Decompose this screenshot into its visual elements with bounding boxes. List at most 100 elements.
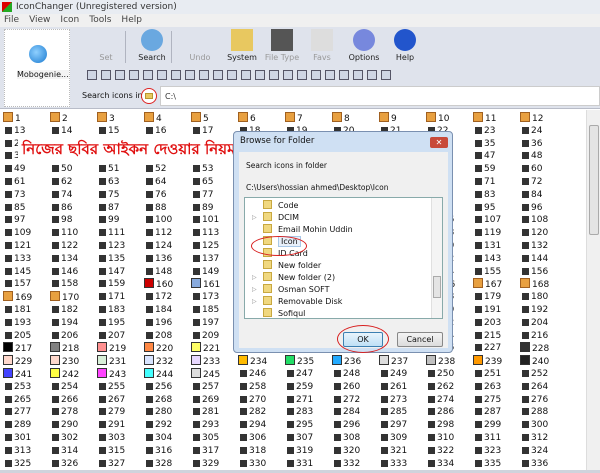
icon-item[interactable]: 321 [379, 445, 425, 457]
icon-item[interactable]: 47 [473, 150, 519, 162]
icon-item[interactable]: 332 [332, 458, 378, 470]
toolbar-small-icon[interactable] [353, 70, 363, 80]
icon-item[interactable]: 293 [191, 419, 237, 431]
icon-item[interactable]: 96 [520, 202, 566, 214]
icon-item[interactable]: 15 [97, 125, 143, 137]
icon-item[interactable]: 203 [473, 317, 519, 329]
icon-item[interactable]: 240 [520, 355, 566, 367]
icon-item[interactable]: 273 [379, 394, 425, 406]
icon-item[interactable]: 1 [3, 112, 49, 124]
toolbar-small-icon[interactable] [101, 70, 111, 80]
icon-item[interactable]: 2 [50, 112, 96, 124]
menu-file[interactable]: File [4, 15, 19, 25]
icon-item[interactable]: 76 [144, 189, 190, 201]
icon-item[interactable]: 318 [238, 445, 284, 457]
icon-item[interactable]: 77 [191, 189, 237, 201]
icon-item[interactable]: 277 [3, 406, 49, 418]
icon-item[interactable]: 236 [332, 355, 378, 367]
icon-item[interactable]: 315 [97, 445, 143, 457]
icon-item[interactable]: 229 [3, 355, 49, 367]
icon-item[interactable]: 243 [97, 368, 143, 380]
icon-item[interactable]: 219 [97, 342, 143, 354]
icon-item[interactable]: 287 [473, 406, 519, 418]
icon-item[interactable]: 227 [473, 342, 519, 354]
icon-item[interactable]: 231 [97, 355, 143, 367]
icon-item[interactable]: 65 [191, 176, 237, 188]
toolbar-small-icon[interactable] [143, 70, 153, 80]
toolbar-small-icon[interactable] [87, 70, 97, 80]
icon-item[interactable]: 333 [379, 458, 425, 470]
icon-item[interactable]: 334 [426, 458, 472, 470]
icon-item[interactable]: 242 [50, 368, 96, 380]
icon-item[interactable]: 206 [50, 330, 96, 342]
icon-item[interactable]: 294 [238, 419, 284, 431]
folder-item[interactable]: New folder [263, 260, 321, 272]
icon-item[interactable]: 6 [238, 112, 284, 124]
icon-item[interactable]: 286 [426, 406, 472, 418]
icon-item[interactable]: 297 [379, 419, 425, 431]
icon-item[interactable]: 89 [191, 202, 237, 214]
icon-item[interactable]: 51 [97, 163, 143, 175]
icon-item[interactable]: 232 [144, 355, 190, 367]
icon-item[interactable]: 5 [191, 112, 237, 124]
icon-item[interactable]: 267 [97, 394, 143, 406]
icon-item[interactable]: 17 [191, 125, 237, 137]
icon-item[interactable]: 98 [50, 214, 96, 226]
icon-item[interactable]: 230 [50, 355, 96, 367]
icon-item[interactable]: 204 [520, 317, 566, 329]
icon-item[interactable]: 328 [144, 458, 190, 470]
folder-item[interactable]: ▷ Osman SOFT [252, 284, 330, 296]
icon-item[interactable]: 248 [332, 368, 378, 380]
icon-item[interactable]: 111 [97, 227, 143, 239]
icon-item[interactable]: 306 [238, 432, 284, 444]
icon-item[interactable]: 239 [473, 355, 519, 367]
icon-item[interactable]: 323 [473, 445, 519, 457]
icon-item[interactable]: 215 [473, 330, 519, 342]
set-button[interactable]: Set [86, 29, 126, 65]
icon-item[interactable]: 292 [144, 419, 190, 431]
icon-item[interactable]: 220 [144, 342, 190, 354]
icon-item[interactable]: 261 [379, 381, 425, 393]
icon-item[interactable]: 172 [144, 291, 190, 303]
icon-item[interactable]: 300 [520, 419, 566, 431]
scrollbar-thumb[interactable] [589, 125, 599, 235]
icon-item[interactable]: 87 [97, 202, 143, 214]
icon-item[interactable]: 49 [3, 163, 49, 175]
icon-item[interactable]: 216 [520, 330, 566, 342]
icon-item[interactable]: 217 [3, 342, 49, 354]
icon-item[interactable]: 146 [50, 266, 96, 278]
expand-arrow-icon[interactable]: ▷ [252, 212, 257, 224]
icon-item[interactable]: 307 [285, 432, 331, 444]
icon-item[interactable]: 268 [144, 394, 190, 406]
icon-item[interactable]: 137 [191, 253, 237, 265]
icon-item[interactable]: 264 [520, 381, 566, 393]
icon-item[interactable]: 275 [473, 394, 519, 406]
icon-item[interactable]: 218 [50, 342, 96, 354]
icon-item[interactable]: 133 [3, 253, 49, 265]
toolbar-small-icon[interactable] [199, 70, 209, 80]
icon-item[interactable]: 335 [473, 458, 519, 470]
icon-item[interactable]: 122 [50, 240, 96, 252]
icon-item[interactable]: 237 [379, 355, 425, 367]
icon-item[interactable]: 235 [285, 355, 331, 367]
icon-item[interactable]: 131 [473, 240, 519, 252]
toolbar-small-icon[interactable] [381, 70, 391, 80]
icon-item[interactable]: 266 [50, 394, 96, 406]
icon-item[interactable]: 207 [97, 330, 143, 342]
icon-item[interactable]: 148 [144, 266, 190, 278]
icon-item[interactable]: 112 [144, 227, 190, 239]
icon-item[interactable]: 168 [520, 278, 566, 290]
icon-item[interactable]: 125 [191, 240, 237, 252]
icon-item[interactable]: 181 [3, 304, 49, 316]
folder-item[interactable]: ▷ New folder (2) [252, 272, 335, 284]
toolbar-small-icon[interactable] [367, 70, 377, 80]
icon-item[interactable]: 313 [3, 445, 49, 457]
icon-item[interactable]: 160 [144, 278, 190, 290]
icon-item[interactable]: 100 [144, 214, 190, 226]
toolbar-small-icon[interactable] [255, 70, 265, 80]
expand-arrow-icon[interactable]: ▷ [252, 284, 257, 296]
toolbar-small-icon[interactable] [339, 70, 349, 80]
icon-item[interactable]: 13 [3, 125, 49, 137]
icon-item[interactable]: 316 [144, 445, 190, 457]
icon-item[interactable]: 325 [3, 458, 49, 470]
